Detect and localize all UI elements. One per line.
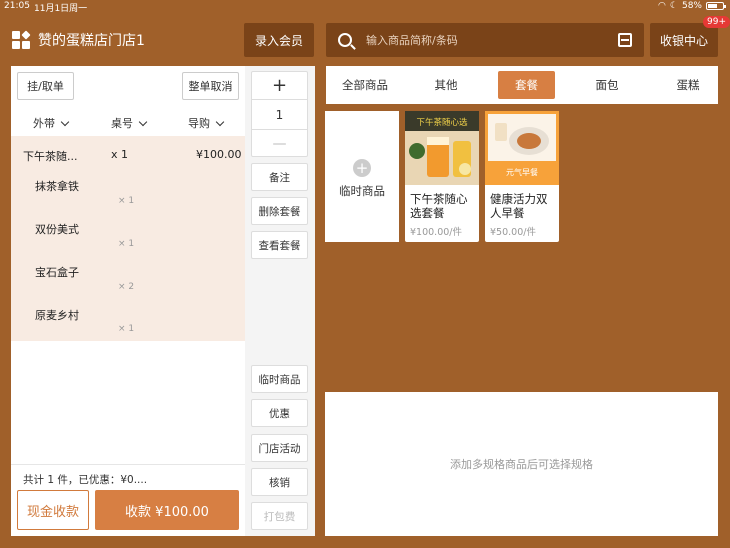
status-bar: 21:05 11月1日周一 ◠ ☾ 58% [0,0,730,14]
view-set-button[interactable]: 查看套餐 [251,231,308,259]
svg-text:元气早餐: 元气早餐 [506,167,538,177]
spec-panel: 添加多规格商品后可选择规格 [325,392,718,536]
cashier-center-button[interactable]: 收银中心 [650,23,718,57]
delete-set-button[interactable]: 删除套餐 [251,197,308,225]
dine-type-select[interactable]: 外带 [33,115,70,131]
svg-text:下午茶随心选: 下午茶随心选 [416,117,468,128]
divider [11,464,245,465]
wifi-icon: ◠ [658,1,666,11]
sub-item-name: 双份美式 [35,223,79,236]
writeoff-button[interactable]: 核销 [251,468,308,496]
clock: 21:05 [4,1,30,11]
pay-button[interactable]: 收款 ¥100.00 [95,490,239,530]
quantity-value: 1 [275,107,284,122]
product-name: 健康活力双人早餐 [490,192,548,220]
sub-item-qty: × 2 [118,282,135,292]
order-item-price: ¥100.00 [196,148,242,161]
sub-item-qty: × 1 [118,239,135,249]
tab-bread[interactable]: 面包 [573,71,641,99]
product-price: ¥50.00/件 [490,227,536,238]
search-input[interactable]: 输入商品简称/条码 [326,23,644,57]
order-summary: 共计 1 件，已优惠：¥0.... [23,474,148,486]
guide-select[interactable]: 导购 [188,115,225,131]
product-price: ¥100.00/件 [410,227,462,238]
tab-all-products[interactable]: 全部商品 [331,71,399,99]
app-logo-icon [12,30,31,49]
increase-button[interactable]: + [252,72,307,100]
store-title[interactable]: 赞的蛋糕店门店1 [12,30,145,50]
product-image: 元气早餐 [485,111,559,185]
order-item-name: 下午茶随... [23,150,78,163]
tab-other[interactable]: 其他 [412,71,480,99]
temp-item-button[interactable]: 临时商品 [251,365,308,393]
sub-item-qty: × 1 [118,324,135,334]
tab-set-meal[interactable]: 套餐 [498,71,555,99]
chevron-down-icon [60,117,70,126]
chevron-down-icon [138,117,148,126]
cancel-all-button[interactable]: 整单取消 [182,72,239,100]
enter-member-button[interactable]: 录入会员 [244,23,314,57]
date: 11月1日周一 [34,4,88,14]
sub-item-name: 宝石盒子 [35,266,79,279]
battery-icon [706,2,726,10]
sub-item-qty: × 1 [118,196,135,206]
scan-icon[interactable] [618,33,632,47]
hang-order-button[interactable]: 挂/取单 [17,72,74,100]
notification-badge: 99+ [703,16,730,28]
product-card[interactable]: 元气早餐 健康活力双人早餐 ¥50.00/件 [485,111,559,242]
sub-item-name: 抹茶拿铁 [35,180,79,193]
packing-fee-button[interactable]: 打包费 [251,502,308,530]
battery-percent: 58% [681,1,702,11]
sub-item-name: 原麦乡村 [35,309,79,322]
spec-hint: 添加多规格商品后可选择规格 [450,458,593,471]
add-icon: + [353,159,371,177]
moon-icon: ☾ [669,1,678,11]
discount-button[interactable]: 优惠 [251,399,308,427]
product-card[interactable]: 下午茶随心选 下午茶随心选套餐 ¥100.00/件 [405,111,479,242]
temp-item-label: 临时商品 [339,184,385,198]
search-placeholder: 输入商品简称/条码 [366,34,458,47]
chevron-down-icon [215,117,225,126]
temp-item-card[interactable]: + 临时商品 [325,111,399,242]
quantity-stepper: + 1 — [251,71,308,157]
product-name: 下午茶随心选套餐 [410,192,468,220]
decrease-button[interactable]: — [252,129,307,157]
note-button[interactable]: 备注 [251,163,308,191]
store-name: 赞的蛋糕店门店1 [38,33,145,49]
search-icon [338,33,352,47]
cash-payment-button[interactable]: 现金收款 [17,490,89,530]
order-item-qty: x 1 [111,148,129,161]
table-select[interactable]: 桌号 [111,115,148,131]
tab-cake[interactable]: 蛋糕 [654,71,722,99]
store-activity-button[interactable]: 门店活动 [251,434,308,462]
product-image: 下午茶随心选 [405,111,479,185]
